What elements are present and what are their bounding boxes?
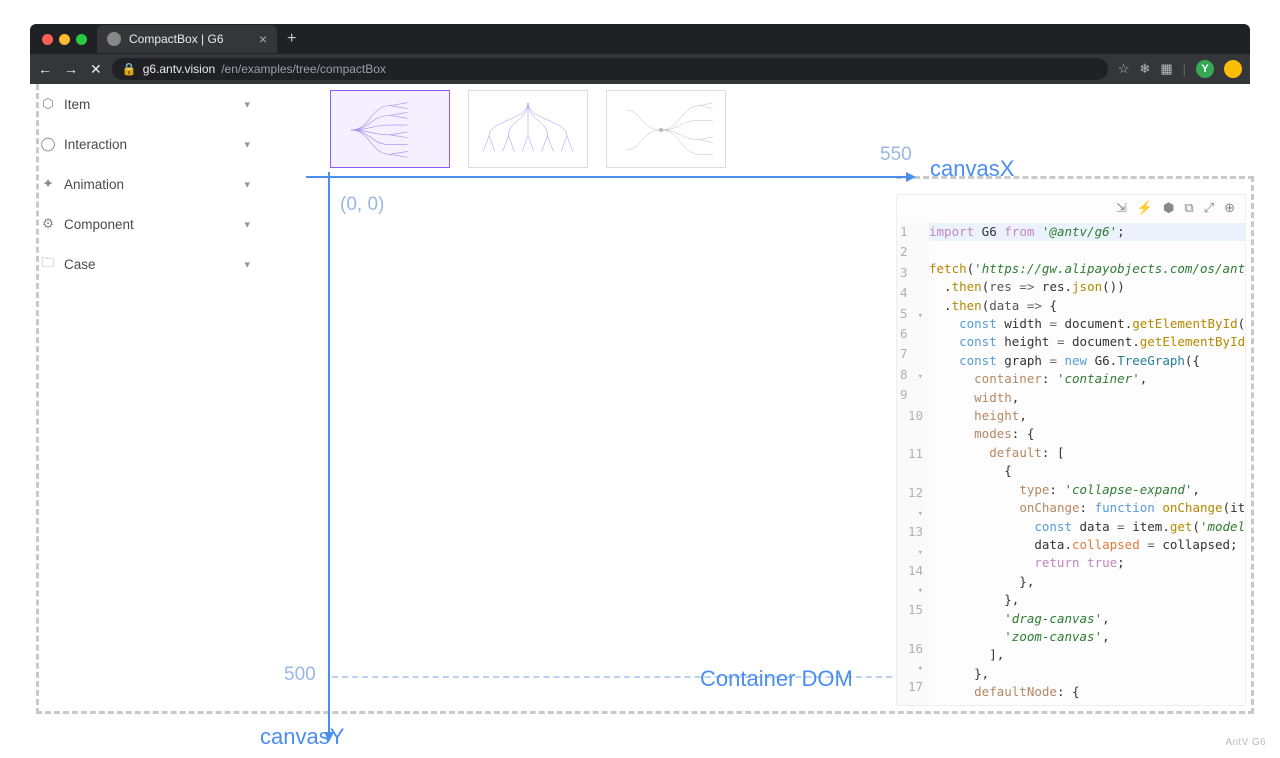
code-gutter: 1 2 3 4 5 ▾6 7 8 ▾9 10 11 12 ▾13 ▾14 ▾15…: [897, 223, 929, 705]
sidebar-label: Interaction: [64, 137, 127, 152]
qr-icon[interactable]: ▦: [1160, 61, 1172, 77]
sidebar-item-component[interactable]: ⚙ Component ▾: [40, 204, 260, 244]
y-tick-label: 500: [284, 664, 316, 686]
origin-label: (0, 0): [340, 194, 384, 216]
sidebar-label: Component: [64, 217, 134, 232]
forward-button[interactable]: →: [64, 61, 78, 78]
favicon-icon: [107, 32, 121, 46]
container-border-right: [1251, 176, 1254, 714]
thumbnail-compactbox-tb[interactable]: [468, 90, 588, 168]
sidebar-item-case[interactable]: 🗀 Case ▾: [40, 244, 260, 284]
extension-icon[interactable]: ❄: [1139, 61, 1150, 77]
sidebar: ⬡ Item ▾ ◯ Interaction ▾ ✦ Animation ▾ ⚙…: [30, 84, 260, 718]
new-tab-button[interactable]: +: [287, 30, 296, 48]
component-icon: ⚙: [40, 216, 56, 232]
address-bar: ← → ✕ 🔒 g6.antv.vision/en/examples/tree/…: [30, 54, 1250, 84]
case-icon: 🗀: [40, 253, 56, 276]
item-icon: ⬡: [40, 96, 56, 112]
chevron-down-icon: ▾: [244, 258, 250, 271]
browser-window: CompactBox | G6 × + ← → ✕ 🔒 g6.antv.visi…: [30, 24, 1250, 84]
stop-button[interactable]: ✕: [90, 61, 102, 78]
container-border-top: [896, 176, 1254, 179]
window-controls[interactable]: [42, 34, 87, 45]
maximize-window-icon[interactable]: [76, 34, 87, 45]
chevron-down-icon: ▾: [244, 98, 250, 111]
cube-icon[interactable]: ⬢: [1163, 200, 1174, 216]
secondary-avatar[interactable]: [1224, 60, 1242, 78]
thumbnail-compactbox-lr[interactable]: [330, 90, 450, 168]
sidebar-label: Animation: [64, 177, 124, 192]
example-thumbnails: [270, 84, 1250, 168]
sidebar-item-interaction[interactable]: ◯ Interaction ▾: [40, 124, 260, 164]
interaction-icon: ◯: [40, 136, 56, 152]
tab-title: CompactBox | G6: [129, 32, 224, 46]
url-host: g6.antv.vision: [143, 62, 216, 76]
code-lines[interactable]: import G6 from '@antv/g6'; fetch('https:…: [929, 223, 1245, 705]
close-window-icon[interactable]: [42, 34, 53, 45]
container-dom-label: Container DOM: [700, 666, 853, 692]
sidebar-item-item[interactable]: ⬡ Item ▾: [40, 84, 260, 124]
url-field[interactable]: 🔒 g6.antv.vision/en/examples/tree/compac…: [112, 58, 1108, 80]
code-editor-panel: ⇲ ⚡ ⬢ ⧉ ⤢ ⊕ 1 2 3 4 5 ▾6 7 8 ▾9 10 11 12…: [896, 194, 1246, 706]
browser-tab[interactable]: CompactBox | G6 ×: [97, 25, 277, 53]
tab-bar: CompactBox | G6 × +: [30, 24, 1250, 54]
canvas-y-axis-arrow: [328, 172, 330, 732]
canvas-y-label: canvasY: [260, 724, 344, 750]
sidebar-label: Item: [64, 97, 90, 112]
run-icon[interactable]: ⊕: [1224, 200, 1235, 216]
profile-avatar[interactable]: Y: [1196, 60, 1214, 78]
bolt-icon[interactable]: ⚡: [1137, 200, 1153, 216]
content-area: (0, 0) 550 canvasX 500 canvasY Container…: [270, 84, 1250, 718]
chevron-down-icon: ▾: [244, 138, 250, 151]
watermark: AntV G6: [1225, 737, 1266, 748]
chevron-down-icon: ▾: [244, 218, 250, 231]
export-icon[interactable]: ⇲: [1116, 200, 1127, 216]
chevron-down-icon: ▾: [244, 178, 250, 191]
back-button[interactable]: ←: [38, 61, 52, 78]
code-toolbar: ⇲ ⚡ ⬢ ⧉ ⤢ ⊕: [897, 195, 1245, 221]
code-body[interactable]: 1 2 3 4 5 ▾6 7 8 ▾9 10 11 12 ▾13 ▾14 ▾15…: [897, 221, 1245, 705]
star-icon[interactable]: ☆: [1118, 61, 1130, 77]
close-tab-icon[interactable]: ×: [259, 31, 267, 47]
sidebar-label: Case: [64, 257, 96, 272]
sidebar-item-animation[interactable]: ✦ Animation ▾: [40, 164, 260, 204]
expand-icon[interactable]: ⤢: [1204, 200, 1214, 216]
lock-icon: 🔒: [122, 62, 137, 76]
minimize-window-icon[interactable]: [59, 34, 70, 45]
y-dash-line: [332, 676, 892, 678]
copy-icon[interactable]: ⧉: [1184, 200, 1193, 216]
url-path: /en/examples/tree/compactBox: [221, 62, 386, 76]
animation-icon: ✦: [40, 176, 56, 192]
thumbnail-compactbox-radial[interactable]: [606, 90, 726, 168]
canvas-x-axis-arrow: [306, 176, 906, 178]
